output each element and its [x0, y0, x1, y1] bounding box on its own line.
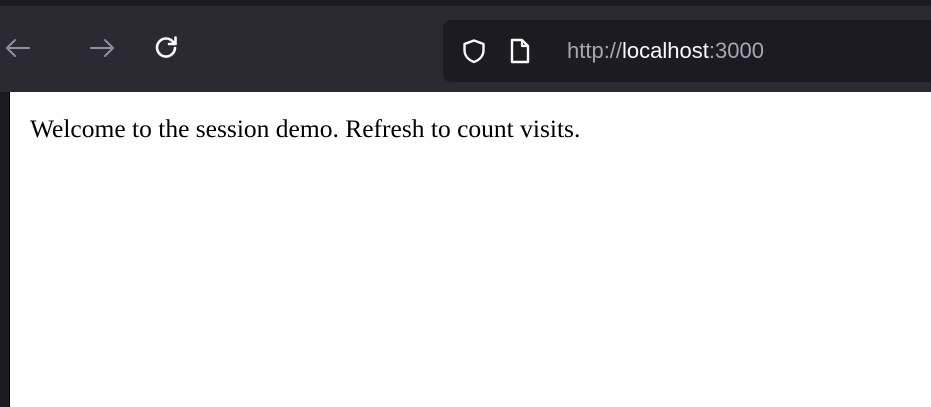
- browser-window: http://localhost:3000 Welcome to the ses…: [0, 0, 931, 407]
- back-button[interactable]: [0, 30, 36, 66]
- page-content: Welcome to the session demo. Refresh to …: [10, 92, 931, 407]
- navigation-toolbar: http://localhost:3000: [0, 0, 931, 92]
- reload-button[interactable]: [148, 30, 184, 66]
- forward-button[interactable]: [84, 30, 120, 66]
- page-info-icon[interactable]: [509, 37, 531, 65]
- arrow-right-icon: [90, 39, 114, 57]
- url-scheme: http://: [567, 38, 623, 63]
- arrow-left-icon: [6, 39, 30, 57]
- url-text[interactable]: http://localhost:3000: [567, 37, 764, 65]
- tab-strip-edge: [0, 0, 931, 6]
- url-port: :3000: [708, 38, 764, 63]
- reload-icon: [155, 36, 177, 58]
- address-bar[interactable]: http://localhost:3000: [443, 20, 931, 82]
- url-host: localhost: [622, 38, 709, 63]
- welcome-text: Welcome to the session demo. Refresh to …: [30, 114, 581, 143]
- tracking-protection-shield-icon[interactable]: [461, 38, 487, 64]
